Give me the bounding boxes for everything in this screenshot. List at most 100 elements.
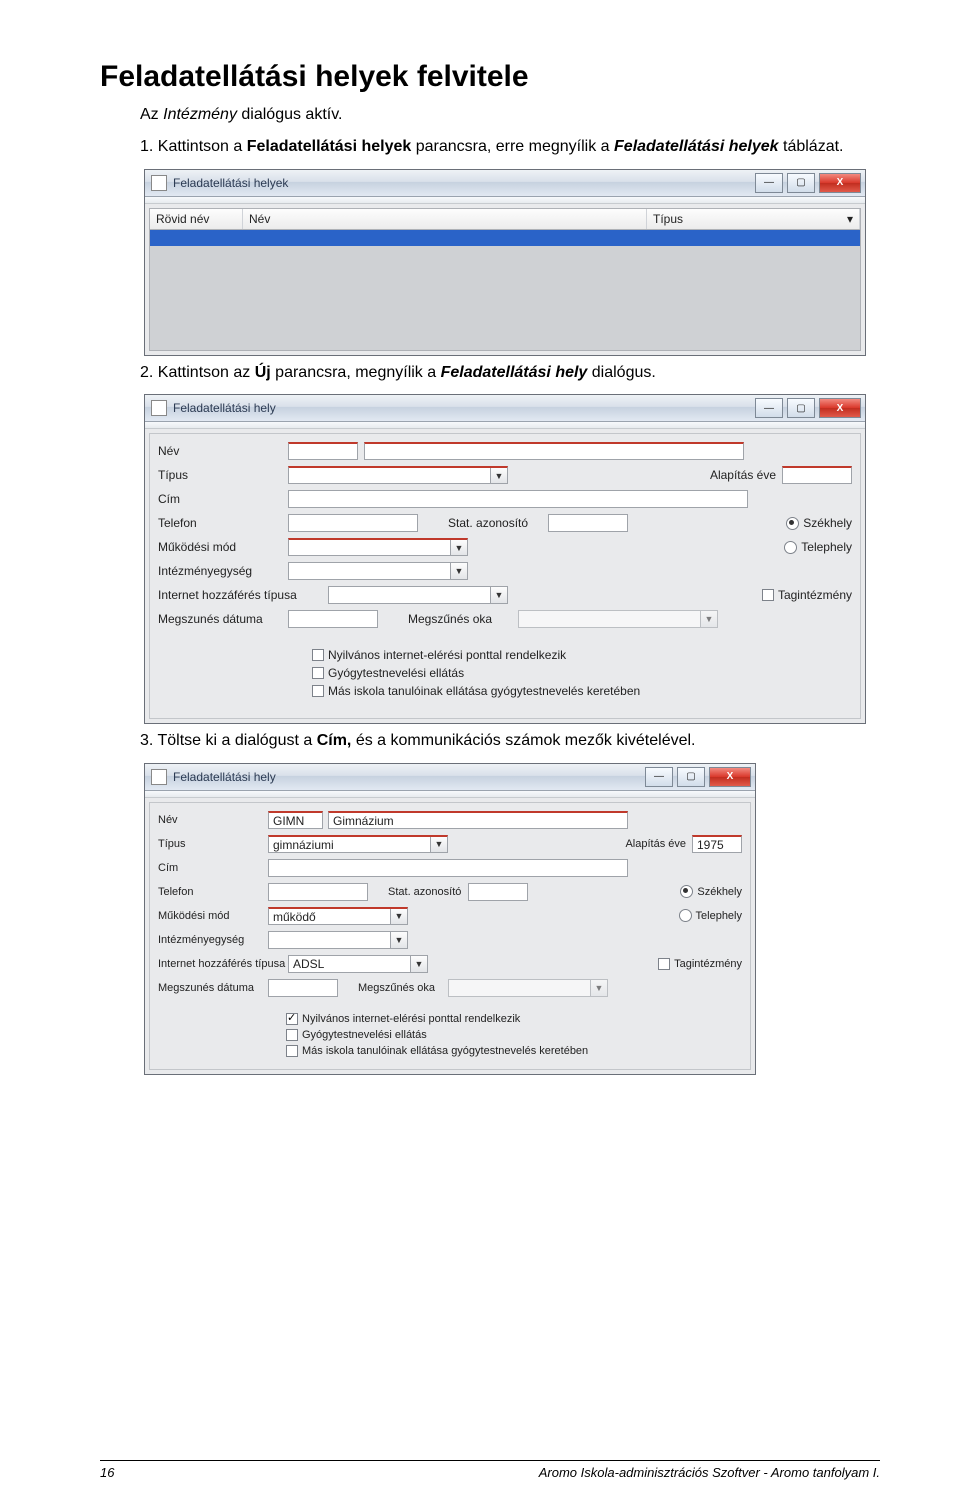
label-cim: Cím — [158, 492, 288, 506]
text: dialógus. — [587, 364, 656, 381]
label-tagintezmeny: Tagintézmény — [674, 958, 742, 970]
text-bold-italic: Feladatellátási helyek — [614, 138, 779, 155]
table-row[interactable] — [150, 230, 860, 246]
text-bold: Új — [255, 364, 271, 381]
megszunes-oka-combo[interactable]: ▼ — [448, 979, 608, 997]
window-title: Feladatellátási hely — [173, 401, 276, 415]
page-footer: 16 Aromo Iskola-adminisztrációs Szoftver… — [100, 1460, 880, 1480]
text: táblázat. — [779, 138, 844, 155]
cim-input[interactable] — [288, 490, 748, 508]
chevron-down-icon: ▼ — [590, 980, 607, 996]
nev-full-input[interactable] — [364, 442, 744, 460]
label-intezmenyegyseg: Intézményegység — [158, 934, 268, 946]
tipus-combo[interactable]: gimnáziumi▼ — [268, 835, 448, 853]
window-feladatellatasi-hely-filled: Feladatellátási hely — ▢ X Név GIMN Gimn… — [144, 763, 756, 1075]
tagintezmeny-checkbox[interactable] — [658, 958, 670, 970]
minimize-button[interactable]: — — [755, 173, 783, 193]
cb-mas-iskola[interactable] — [312, 685, 324, 697]
col-rovid-nev[interactable]: Rövid név — [150, 209, 243, 229]
mukodesi-combo[interactable]: működő▼ — [268, 907, 408, 925]
label-szekhely: Székhely — [803, 516, 852, 530]
chevron-down-icon: ▼ — [700, 611, 717, 627]
telephely-radio[interactable] — [679, 909, 692, 922]
cb-mas-iskola[interactable] — [286, 1045, 298, 1057]
footer-text: Aromo Iskola-adminisztrációs Szoftver - … — [539, 1465, 880, 1480]
internet-combo[interactable]: ▼ — [328, 586, 508, 604]
chevron-down-icon: ▼ — [450, 540, 467, 555]
col-nev[interactable]: Név — [243, 209, 647, 229]
maximize-button[interactable]: ▢ — [787, 398, 815, 418]
titlebar: Feladatellátási hely — ▢ X — [145, 764, 755, 791]
label-cb3: Más iskola tanulóinak ellátása gyógytest… — [302, 1045, 588, 1057]
megszunes-datum-input[interactable] — [288, 610, 378, 628]
label-tipus: Típus — [158, 838, 268, 850]
col-tipus-label: Típus — [653, 212, 683, 226]
step-2: 2. Kattintson az Új parancsra, megnyílik… — [140, 362, 880, 384]
label-cim: Cím — [158, 862, 268, 874]
text: 3. Töltse ki a dialógust a — [140, 732, 317, 749]
window-title: Feladatellátási hely — [173, 770, 276, 784]
close-button[interactable]: X — [819, 398, 861, 418]
label-cb2: Gyógytestnevelési ellátás — [328, 666, 464, 680]
col-tipus[interactable]: Típus ▾ — [647, 209, 860, 229]
nev-code-input[interactable] — [288, 442, 358, 460]
intezmenyegyseg-combo[interactable]: ▼ — [268, 931, 408, 949]
label-megszunes-oka: Megszűnés oka — [358, 982, 448, 994]
szekhely-radio[interactable] — [680, 885, 693, 898]
mukodesi-combo[interactable]: ▼ — [288, 538, 468, 556]
nev-full-input[interactable]: Gimnázium — [328, 811, 628, 829]
stat-input[interactable] — [548, 514, 628, 532]
maximize-button[interactable]: ▢ — [787, 173, 815, 193]
text: 2. Kattintson az — [140, 364, 255, 381]
telephely-radio[interactable] — [784, 541, 797, 554]
intezmenyegyseg-combo[interactable]: ▼ — [288, 562, 468, 580]
step-1: 1. Kattintson a Feladatellátási helyek p… — [140, 136, 880, 158]
step-3: 3. Töltse ki a dialógust a Cím, és a kom… — [140, 730, 880, 752]
label-szekhely: Székhely — [697, 886, 742, 898]
label-internet: Internet hozzáférés típusa — [158, 958, 288, 970]
chevron-down-icon: ▼ — [450, 563, 467, 579]
chevron-down-icon: ▼ — [410, 956, 427, 972]
stat-input[interactable] — [468, 883, 528, 901]
telefon-input[interactable] — [268, 883, 368, 901]
text: és a kommunikációs számok mezők kivételé… — [351, 732, 695, 749]
minimize-button[interactable]: — — [755, 398, 783, 418]
label-cb1: Nyilvános internet-elérési ponttal rende… — [302, 1013, 520, 1025]
list-body[interactable] — [149, 230, 861, 351]
telefon-input[interactable] — [288, 514, 418, 532]
label-telefon: Telefon — [158, 886, 268, 898]
tagintezmeny-checkbox[interactable] — [762, 589, 774, 601]
list-header: Rövid név Név Típus ▾ — [149, 208, 861, 230]
minimize-button[interactable]: — — [645, 767, 673, 787]
close-button[interactable]: X — [709, 767, 751, 787]
alapitas-input[interactable] — [782, 466, 852, 484]
maximize-button[interactable]: ▢ — [677, 767, 705, 787]
label-cb2: Gyógytestnevelési ellátás — [302, 1029, 427, 1041]
label-stat: Stat. azonosító — [388, 886, 468, 898]
nev-code-input[interactable]: GIMN — [268, 811, 323, 829]
label-telephely: Telephely — [801, 540, 852, 554]
szekhely-radio[interactable] — [786, 517, 799, 530]
window-title: Feladatellátási helyek — [173, 176, 288, 190]
chevron-down-icon: ▼ — [490, 468, 507, 483]
internet-combo[interactable]: ADSL▼ — [288, 955, 428, 973]
tipus-combo[interactable]: ▼ — [288, 466, 508, 484]
close-button[interactable]: X — [819, 173, 861, 193]
cb-nyilvanos[interactable] — [286, 1013, 298, 1025]
text: parancsra, erre megnyílik a — [411, 138, 614, 155]
cb-nyilvanos[interactable] — [312, 649, 324, 661]
app-icon — [151, 769, 167, 785]
label-tipus: Típus — [158, 468, 288, 482]
label-stat: Stat. azonosító — [448, 516, 548, 530]
megszunes-datum-input[interactable] — [268, 979, 338, 997]
label-megszunes-oka: Megszűnés oka — [408, 612, 518, 626]
text: Az — [140, 106, 163, 123]
text-em: Intézmény — [163, 106, 237, 123]
megszunes-oka-combo[interactable]: ▼ — [518, 610, 718, 628]
alapitas-input[interactable]: 1975 — [692, 835, 742, 853]
cb-gyogytestneveles[interactable] — [286, 1029, 298, 1041]
cim-input[interactable] — [268, 859, 628, 877]
page-title: Feladatellátási helyek felvitele — [100, 60, 880, 94]
window-feladatellatasi-helyek: Feladatellátási helyek — ▢ X Rövid név N… — [144, 169, 866, 356]
cb-gyogytestneveles[interactable] — [312, 667, 324, 679]
